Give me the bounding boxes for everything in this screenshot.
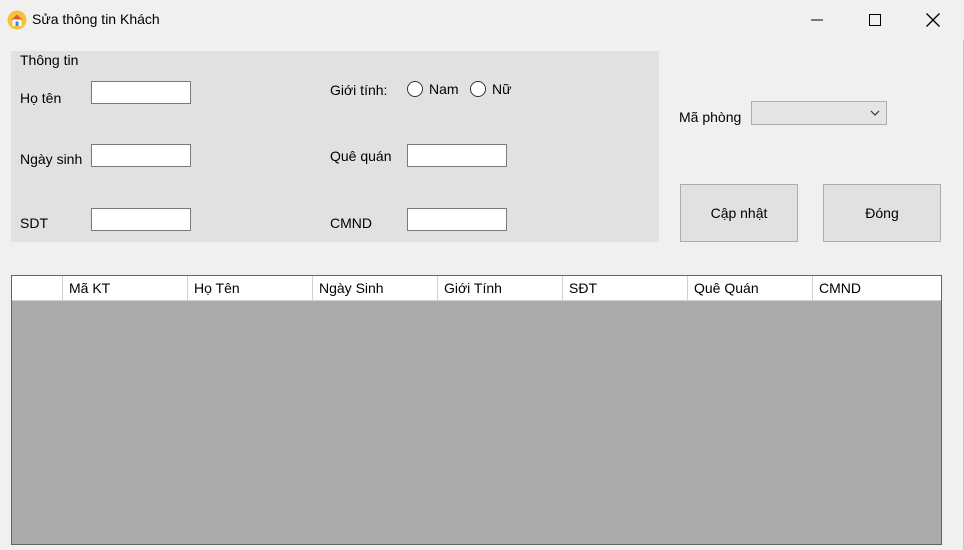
column-header-ma-kt[interactable]: Mã KT	[63, 276, 188, 300]
radio-circle-icon	[407, 81, 423, 97]
minimize-icon	[811, 19, 823, 21]
chevron-down-icon	[870, 110, 880, 116]
ngay-sinh-label: Ngày sinh	[20, 151, 83, 167]
radio-nam[interactable]: Nam	[407, 81, 459, 97]
column-header-ho-ten[interactable]: Họ Tên	[188, 276, 313, 300]
maximize-icon	[869, 14, 881, 26]
radio-nam-label: Nam	[429, 81, 459, 97]
close-button[interactable]: Đóng	[823, 184, 941, 242]
maximize-button[interactable]	[846, 0, 904, 40]
sdt-label: SDT	[20, 215, 48, 231]
radio-nu-label: Nữ	[492, 81, 512, 97]
house-icon	[7, 10, 27, 30]
ngay-sinh-input[interactable]	[91, 144, 191, 167]
groupbox-title: Thông tin	[20, 52, 79, 68]
grid-header: Mã KT Họ Tên Ngày Sinh Giới Tính SĐT Quê…	[12, 276, 941, 301]
edit-customer-window: Sửa thông tin Khách Thông tin Họ tên Ngà…	[0, 0, 964, 550]
sdt-input[interactable]	[91, 208, 191, 231]
column-header-sdt[interactable]: SĐT	[563, 276, 688, 300]
cmnd-label: CMND	[330, 215, 372, 231]
ma-phong-combobox[interactable]	[751, 101, 887, 125]
grid-row-header-corner	[12, 276, 63, 300]
que-quan-label: Quê quán	[330, 148, 392, 164]
ma-phong-label: Mã phòng	[679, 109, 742, 125]
cmnd-input[interactable]	[407, 208, 507, 231]
que-quan-input[interactable]	[407, 144, 507, 167]
column-header-que-quan[interactable]: Quê Quán	[688, 276, 813, 300]
radio-nu[interactable]: Nữ	[470, 81, 511, 97]
close-icon	[926, 13, 940, 27]
column-header-gioi-tinh[interactable]: Giới Tính	[438, 276, 563, 300]
column-header-ngay-sinh[interactable]: Ngày Sinh	[313, 276, 438, 300]
title-bar[interactable]: Sửa thông tin Khách	[0, 0, 964, 40]
customer-grid[interactable]: Mã KT Họ Tên Ngày Sinh Giới Tính SĐT Quê…	[11, 275, 942, 545]
window-title: Sửa thông tin Khách	[32, 11, 160, 27]
ho-ten-label: Họ tên	[20, 90, 62, 106]
ho-ten-input[interactable]	[91, 81, 191, 104]
minimize-button[interactable]	[788, 0, 846, 40]
close-window-button[interactable]	[904, 0, 962, 40]
column-header-cmnd[interactable]: CMND	[813, 276, 941, 300]
gioi-tinh-label: Giới tính:	[330, 82, 388, 98]
radio-circle-icon	[470, 81, 486, 97]
update-button[interactable]: Cập nhật	[680, 184, 798, 242]
